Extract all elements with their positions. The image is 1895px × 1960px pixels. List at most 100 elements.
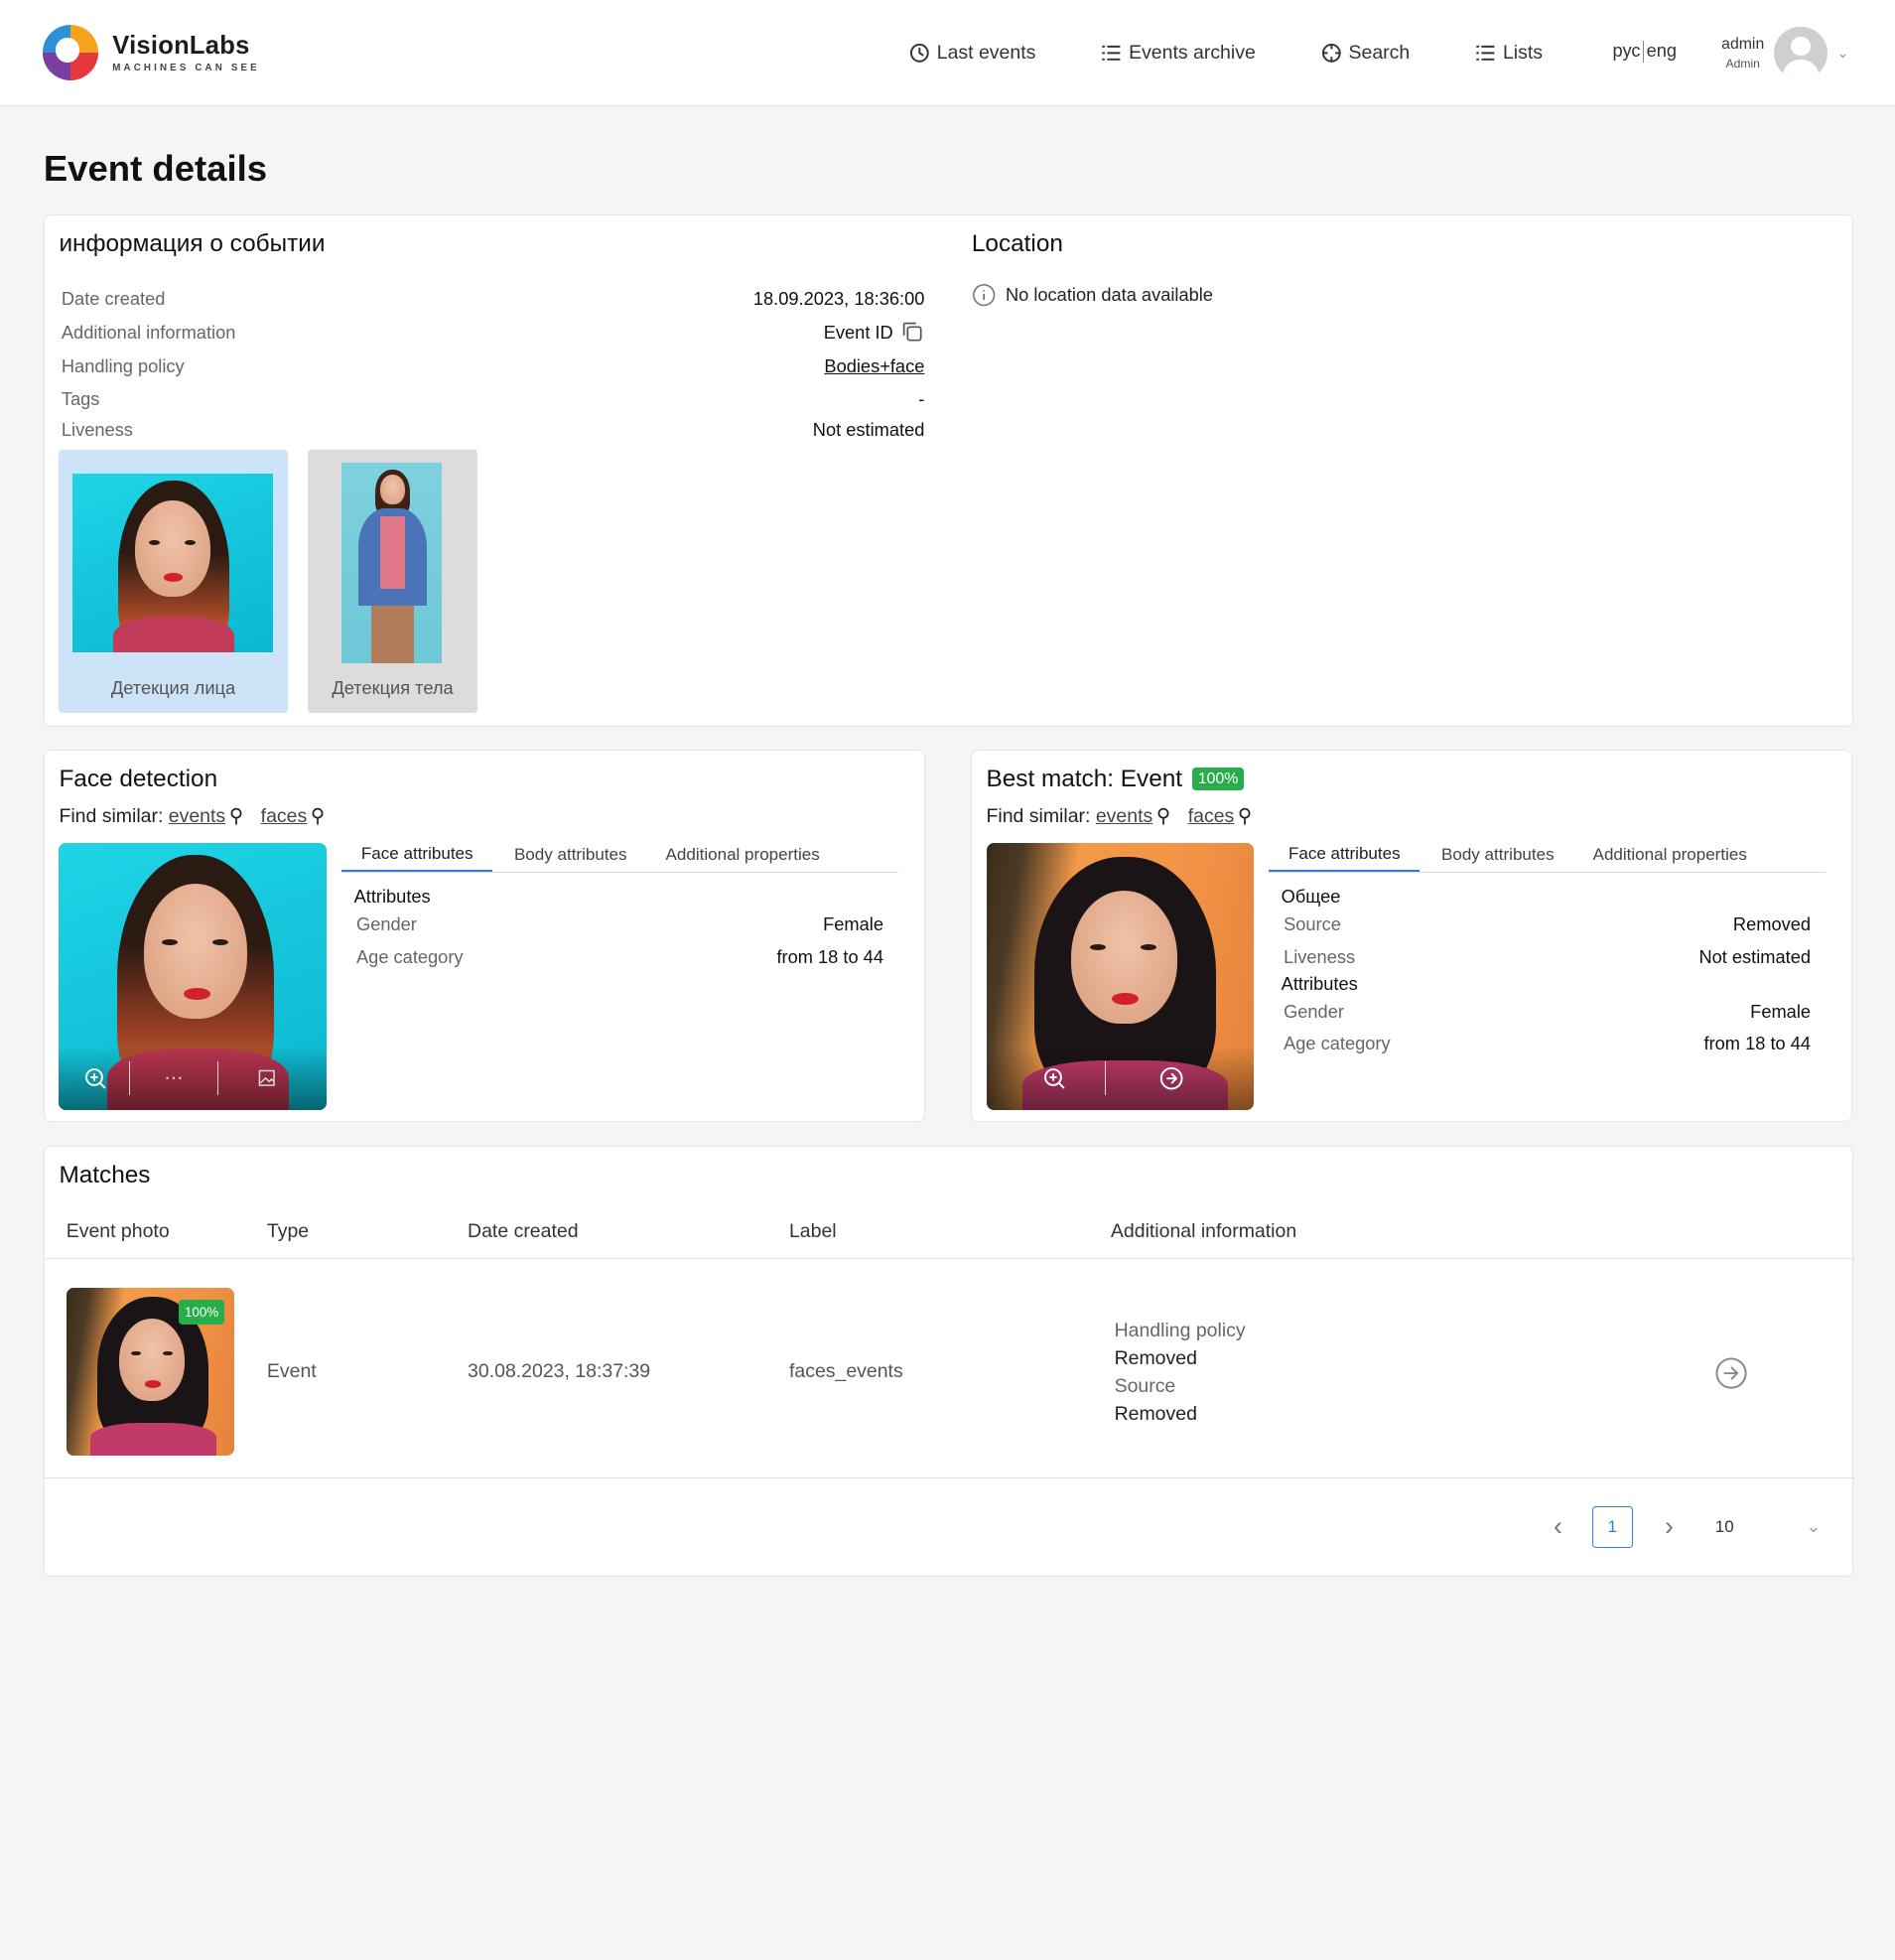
best-match-image [986,842,1254,1110]
chevron-left-icon[interactable]: ‹ [1544,1511,1572,1542]
attr-row: Gender Female [356,912,883,934]
column-header: Date created [468,1219,579,1242]
handling-policy-link[interactable]: Bodies+face [824,355,924,377]
match-label: faces_events [788,1359,903,1382]
more-icon[interactable]: ⋯ [159,1063,188,1092]
column-header: Event photo [66,1219,170,1242]
find-similar-faces-link[interactable]: faces [261,805,308,827]
nav-search[interactable]: Search [1321,42,1411,65]
thumb-caption: Детекция тела [332,676,454,698]
brand-tagline: MACHINES CAN SEE [112,62,260,73]
info-row: Date created 18.09.2023, 18:36:00 [61,287,925,309]
search-icon[interactable]: ⚲ [229,805,243,827]
face-attributes-panel: Attributes Gender Female Age category fr… [354,867,883,973]
body-detection-thumb[interactable]: Детекция тела [308,449,477,714]
body-thumb-image [341,463,443,664]
clock-icon [909,44,929,63]
search-icon[interactable]: ⚲ [1238,805,1252,827]
info-row: Additional information Event ID [62,316,925,350]
app-header: VisionLabs MACHINES CAN SEE Last events … [0,0,1895,107]
zoom-in-icon[interactable] [80,1063,109,1092]
match-type: Event [266,1359,317,1382]
chevron-right-icon[interactable]: › [1655,1511,1684,1542]
face-detection-thumb[interactable]: Детекция лица [59,449,288,714]
section-heading: Attributes [353,886,431,908]
score-badge: 100% [178,1299,225,1325]
face-detection-card: Face detection Find similar: events ⚲ fac… [43,750,925,1123]
column-header: Type [266,1219,310,1242]
nav-label: Events archive [1129,42,1256,65]
matches-card: Matches Event photo Type Date created La… [43,1146,1854,1577]
find-similar: Find similar: events ⚲ faces ⚲ [986,804,1253,827]
column-header: Label [788,1219,837,1242]
copy-icon[interactable] [900,320,924,344]
table-row[interactable]: 100% Event 30.08.2023, 18:37:39 faces_ev… [44,1268,1854,1479]
nav-lists[interactable]: Lists [1475,42,1543,65]
find-similar-faces-link[interactable]: faces [1188,805,1235,827]
find-similar-events-link[interactable]: events [169,805,225,827]
page-size-select[interactable]: 10 [1715,1517,1734,1537]
match-date: 30.08.2023, 18:37:39 [468,1359,651,1382]
image-icon[interactable] [252,1063,281,1092]
best-match-title: Best match: Event [986,765,1183,792]
column-header: Additional information [1110,1219,1297,1242]
section-heading: Общее [1281,886,1341,908]
event-info-title: информация о событии [59,230,326,258]
attr-row: Liveness Not estimated [1284,945,1812,967]
language-switch: рус eng [1613,40,1677,64]
info-row: Handling policy Bodies+face [61,354,925,377]
info-icon [972,283,996,307]
crosshair-icon [1321,44,1341,63]
search-icon[interactable]: ⚲ [1156,805,1170,827]
lang-ru[interactable]: рус [1613,40,1641,61]
page-title: Event details [43,147,268,189]
nav-events-archive[interactable]: Events archive [1101,42,1256,65]
user-menu[interactable]: admin Admin ⌄ [1721,26,1849,80]
zoom-in-icon[interactable] [1039,1063,1068,1092]
location-empty: No location data available [972,283,1213,307]
nav-label: Lists [1502,42,1543,65]
chevron-down-icon[interactable]: ⌄ [1836,45,1848,62]
best-match-attributes-panel: Общее Source Removed Liveness Not estima… [1282,867,1811,1060]
event-info-rows: Date created 18.09.2023, 18:36:00 Additi… [62,282,925,447]
list-icon [1102,46,1121,62]
logo-icon [42,25,98,81]
thumb-caption: Детекция лица [110,676,236,698]
lang-en[interactable]: eng [1647,40,1677,61]
user-role: Admin [1725,56,1760,70]
match-photo[interactable]: 100% [66,1287,234,1456]
brand-name: VisionLabs [112,32,250,61]
arrow-right-circle-icon[interactable] [1714,1356,1748,1396]
chevron-down-icon[interactable]: ⌄ [1807,1517,1821,1537]
matches-title: Matches [59,1162,151,1190]
attr-row: Gender Female [1284,1000,1812,1022]
location-title: Location [971,230,1063,258]
nav-label: Search [1348,42,1411,65]
find-similar: Find similar: events ⚲ faces ⚲ [59,804,326,827]
info-row: Tags - [61,387,925,409]
find-similar-events-link[interactable]: events [1096,805,1152,827]
nav-last-events[interactable]: Last events [909,42,1036,65]
match-additional-info: Handling policy Removed Source Removed [1114,1319,1246,1425]
logo[interactable]: VisionLabs MACHINES CAN SEE [42,25,260,81]
section-heading: Attributes [1281,973,1358,995]
main-nav: Last events Events archive Search Lists [909,0,1608,106]
face-detection-image: ⋯ [59,842,327,1110]
info-row: Liveness Not estimated [61,419,925,441]
best-match-card: Best match: Event 100% Find similar: eve… [970,750,1852,1123]
arrow-right-circle-icon[interactable] [1156,1063,1185,1092]
face-thumb-image [71,474,273,653]
avatar[interactable] [1774,26,1827,80]
search-icon[interactable]: ⚲ [311,805,325,827]
pagination: ‹ 1 › 10 ⌄ [1544,1506,1821,1548]
nav-label: Last events [936,42,1036,65]
attr-row: Age category from 18 to 44 [1284,1033,1812,1054]
page: VisionLabs MACHINES CAN SEE Last events … [0,0,1895,1610]
matches-table-header: Event photo Type Date created Label Addi… [44,1205,1854,1259]
page-button[interactable]: 1 [1591,1506,1633,1548]
attr-row: Source Removed [1284,912,1812,934]
event-info-card: информация о событии Date created 18.09.… [43,213,1853,727]
attr-row: Age category from 18 to 44 [356,945,883,967]
score-badge: 100% [1191,768,1245,791]
face-detection-title: Face detection [59,765,218,792]
